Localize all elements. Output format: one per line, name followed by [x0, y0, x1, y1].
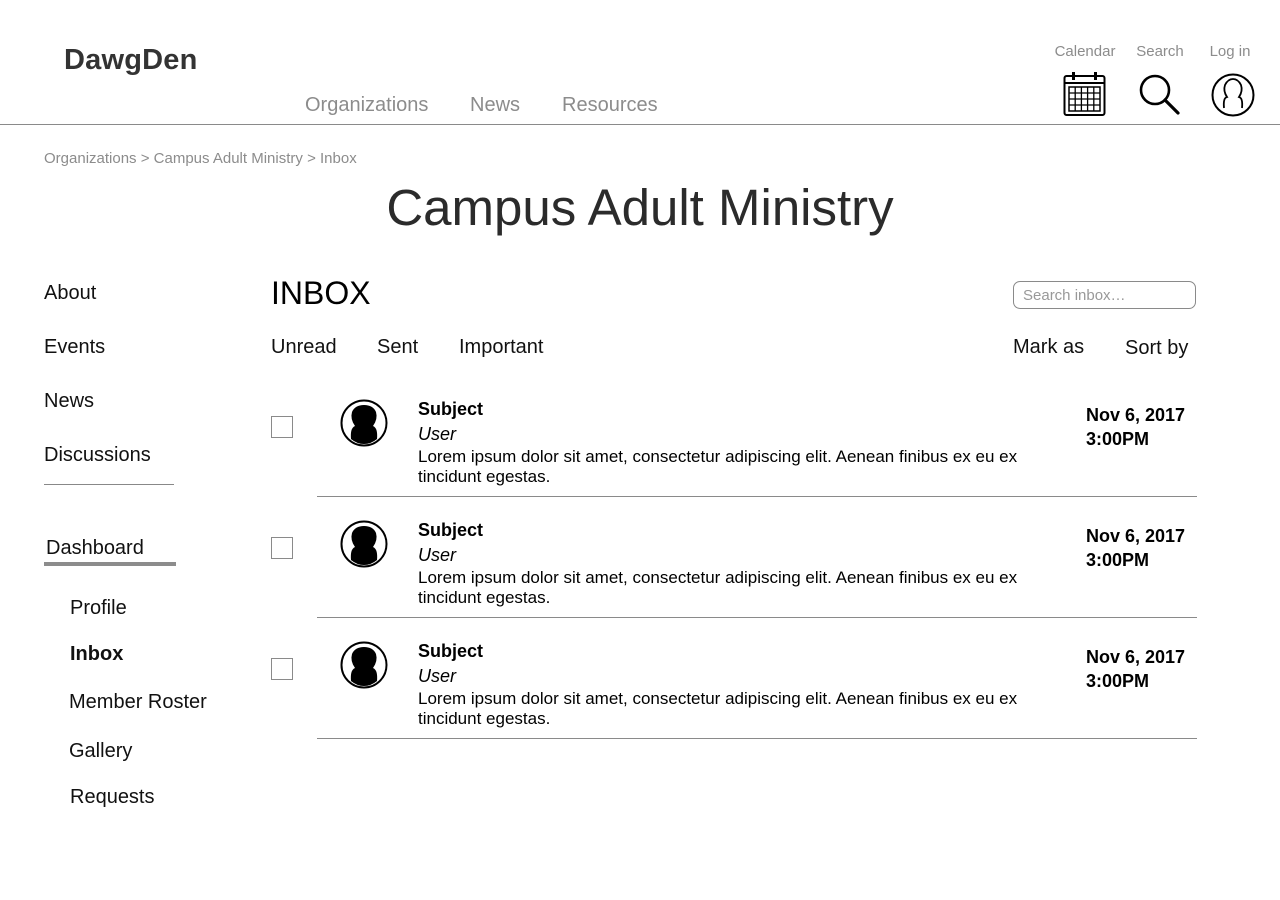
search-icon[interactable] [1138, 73, 1182, 117]
message-time: 3:00PM [1086, 550, 1150, 570]
inbox-title: INBOX [271, 275, 371, 311]
breadcrumb-separator: > [140, 150, 150, 167]
page-title: Campus Adult Ministry [386, 179, 894, 236]
message-row[interactable]: Subject User Lorem ipsum dolor sit amet,… [0, 392, 1280, 513]
breadcrumb-campus-adult-ministry[interactable]: Campus Adult Ministry [154, 150, 303, 167]
breadcrumb-separator: > [307, 150, 316, 167]
message-date: Nov 6, 2017 [1086, 526, 1186, 546]
message-sender: User [418, 545, 457, 565]
header-divider [0, 124, 1280, 125]
message-subject[interactable]: Subject [418, 520, 483, 541]
message-time: 3:00PM [1086, 671, 1150, 691]
message-checkbox[interactable] [271, 658, 293, 680]
calendar-link-label[interactable]: Calendar [1045, 43, 1125, 60]
message-divider [317, 496, 1197, 497]
message-preview: Lorem ipsum dolor sit amet, consectetur … [418, 447, 1018, 486]
nav-news[interactable]: News [470, 94, 520, 117]
message-sender: User [418, 424, 457, 444]
avatar-icon [340, 399, 388, 447]
sidebar-item-about[interactable]: About [44, 282, 96, 305]
message-timestamp: Nov 6, 2017 3:00PM [1086, 524, 1185, 572]
site-logo[interactable]: DawgDen [64, 44, 198, 77]
sidebar-item-events[interactable]: Events [44, 336, 105, 359]
message-timestamp: Nov 6, 2017 3:00PM [1086, 403, 1185, 451]
message-row[interactable]: Subject User Lorem ipsum dolor sit amet,… [0, 634, 1280, 755]
filter-sent[interactable]: Sent [377, 336, 418, 359]
calendar-icon[interactable] [1063, 71, 1107, 117]
message-row[interactable]: Subject User Lorem ipsum dolor sit amet,… [0, 513, 1280, 634]
sidebar-item-requests[interactable]: Requests [70, 786, 155, 809]
nav-organizations[interactable]: Organizations [305, 94, 428, 117]
message-date: Nov 6, 2017 [1086, 647, 1186, 667]
message-divider [317, 738, 1197, 739]
breadcrumb-organizations[interactable]: Organizations [44, 150, 137, 167]
message-time: 3:00PM [1086, 429, 1150, 449]
sort-by-button[interactable]: Sort by [1125, 337, 1188, 360]
user-icon[interactable] [1211, 73, 1255, 117]
message-checkbox[interactable] [271, 416, 293, 438]
mark-as-button[interactable]: Mark as [1013, 336, 1084, 359]
message-divider [317, 617, 1197, 618]
breadcrumb-inbox: Inbox [320, 150, 357, 167]
message-preview: Lorem ipsum dolor sit amet, consectetur … [418, 689, 1018, 728]
message-checkbox[interactable] [271, 537, 293, 559]
nav-resources[interactable]: Resources [562, 94, 658, 117]
filter-important[interactable]: Important [459, 336, 543, 359]
message-date: Nov 6, 2017 [1086, 405, 1186, 425]
message-timestamp: Nov 6, 2017 3:00PM [1086, 645, 1185, 693]
login-link-label[interactable]: Log in [1190, 43, 1270, 60]
avatar-icon [340, 520, 388, 568]
search-link-label[interactable]: Search [1120, 43, 1200, 60]
message-sender: User [418, 666, 457, 686]
search-inbox-input[interactable] [1013, 281, 1196, 309]
breadcrumb: Organizations > Campus Adult Ministry > … [44, 150, 357, 167]
message-subject[interactable]: Subject [418, 399, 483, 420]
message-subject[interactable]: Subject [418, 641, 483, 662]
filter-unread[interactable]: Unread [271, 336, 337, 359]
message-preview: Lorem ipsum dolor sit amet, consectetur … [418, 568, 1018, 607]
avatar-icon [340, 641, 388, 689]
